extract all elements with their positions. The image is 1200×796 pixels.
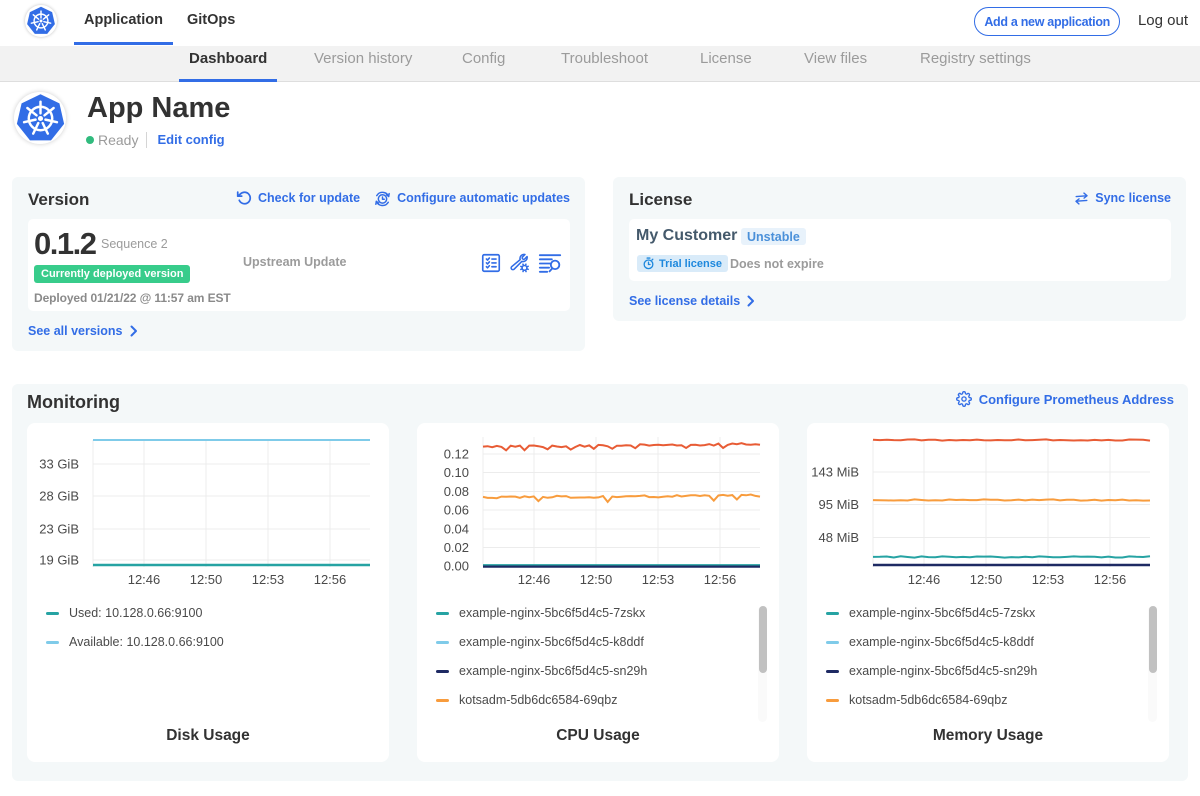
svg-text:12:50: 12:50: [970, 572, 1003, 587]
svg-text:143 MiB: 143 MiB: [811, 465, 859, 480]
svg-text:12:53: 12:53: [252, 572, 285, 587]
svg-text:0.08: 0.08: [444, 484, 469, 499]
svg-text:12:56: 12:56: [1094, 572, 1127, 587]
svg-text:12:56: 12:56: [704, 572, 737, 587]
svg-text:12:50: 12:50: [580, 572, 613, 587]
svg-text:12:53: 12:53: [642, 572, 675, 587]
svg-text:0.06: 0.06: [444, 503, 469, 518]
svg-text:48 MiB: 48 MiB: [819, 530, 859, 545]
svg-text:0.04: 0.04: [444, 522, 469, 537]
svg-text:12:46: 12:46: [908, 572, 941, 587]
svg-text:12:46: 12:46: [128, 572, 161, 587]
svg-text:12:46: 12:46: [518, 572, 551, 587]
svg-text:12:53: 12:53: [1032, 572, 1065, 587]
svg-text:0.00: 0.00: [444, 559, 469, 574]
svg-text:12:50: 12:50: [190, 572, 223, 587]
svg-text:0.12: 0.12: [444, 447, 469, 462]
svg-text:28 GiB: 28 GiB: [39, 489, 79, 504]
svg-text:0.02: 0.02: [444, 540, 469, 555]
svg-text:19 GiB: 19 GiB: [39, 553, 79, 568]
svg-text:95 MiB: 95 MiB: [819, 497, 859, 512]
svg-text:12:56: 12:56: [314, 572, 347, 587]
svg-text:0.10: 0.10: [444, 465, 469, 480]
svg-text:33 GiB: 33 GiB: [39, 457, 79, 472]
svg-text:23 GiB: 23 GiB: [39, 522, 79, 537]
